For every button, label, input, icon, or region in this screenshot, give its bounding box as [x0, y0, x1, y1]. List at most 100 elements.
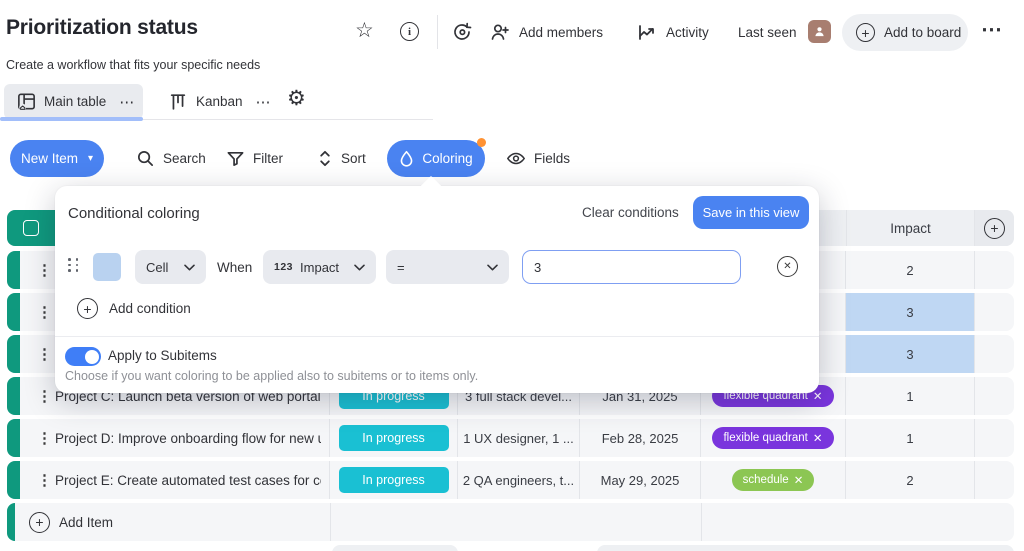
tab-main-table[interactable]: Main table ⋯ [4, 84, 143, 119]
activity-label: Activity [666, 25, 709, 40]
board-page: Prioritization status Create a workflow … [0, 0, 1024, 551]
impact-cell[interactable]: 2 [846, 461, 975, 499]
new-item-label: New Item [21, 151, 78, 166]
new-item-caret-icon[interactable]: ▾ [88, 153, 93, 164]
extra-cell [975, 419, 1014, 457]
main-table-icon [16, 91, 37, 112]
integrations-icon[interactable] [451, 21, 473, 43]
add-item-label: Add Item [59, 515, 113, 530]
group-color-bar [7, 251, 20, 289]
add-column-button[interactable]: + [975, 210, 1014, 246]
add-condition-button[interactable]: + Add condition [77, 298, 191, 319]
add-column-icon: + [984, 218, 1005, 239]
tag-pill[interactable]: flexible quadrant ✕ [712, 427, 833, 449]
select-all-checkbox[interactable] [23, 220, 39, 236]
team-cell[interactable]: 2 QA engineers, t... [458, 461, 580, 499]
tags-cell[interactable]: schedule ✕ [701, 461, 846, 499]
item-name-cell[interactable]: ⋮ Project E: Create automated test cases… [7, 461, 330, 499]
info-icon[interactable]: i [400, 22, 419, 41]
tab-bar-line [143, 119, 433, 120]
item-menu-icon[interactable]: ⋮ [37, 429, 52, 447]
apply-to-subitems-help: Choose if you want coloring to be applie… [65, 369, 478, 383]
views-settings-gear-icon[interactable]: ⚙ [287, 86, 306, 111]
fields-button[interactable]: Fields [506, 149, 570, 168]
status-cell[interactable]: In progress [330, 419, 458, 457]
search-button[interactable]: Search [136, 149, 206, 168]
item-menu-icon[interactable]: ⋮ [37, 303, 52, 321]
filter-label: Filter [253, 151, 283, 166]
item-menu-icon[interactable]: ⋮ [37, 387, 52, 405]
new-item-button[interactable]: New Item ▾ [10, 140, 104, 177]
extra-cell [975, 335, 1014, 373]
operator-dropdown[interactable]: = [386, 250, 509, 284]
add-members-label: Add members [519, 25, 603, 40]
modal-notch [420, 176, 443, 199]
tab-kanban-label: Kanban [196, 94, 243, 109]
status-summary-stub [332, 545, 458, 551]
toggle-knob [85, 350, 99, 364]
team-cell[interactable]: 1 UX designer, 1 ... [458, 419, 580, 457]
save-in-view-button[interactable]: Save in this view [693, 196, 809, 229]
add-members-button[interactable]: Add members [489, 21, 603, 43]
status-badge[interactable]: In progress [339, 425, 449, 451]
impact-cell[interactable]: 1 [846, 377, 975, 415]
tag-remove-icon[interactable]: ✕ [813, 389, 823, 403]
extra-cell [975, 461, 1014, 499]
impact-cell-highlighted[interactable]: 3 [846, 335, 975, 373]
tag-pill[interactable]: schedule ✕ [732, 469, 815, 491]
apply-to-subitems-toggle[interactable] [65, 347, 101, 366]
item-name: Project E: Create automated test cases f… [55, 473, 321, 488]
favorite-star-icon[interactable]: ☆ [355, 18, 374, 43]
number-column-icon: 123 [274, 261, 293, 273]
activity-icon [636, 21, 658, 43]
item-name-cell[interactable]: ⋮ Project D: Improve onboarding flow for… [7, 419, 330, 457]
apply-to-subitems-label: Apply to Subitems [108, 348, 217, 363]
tab-kanban-menu[interactable]: ⋯ [256, 93, 272, 111]
date-cell[interactable]: Feb 28, 2025 [580, 419, 701, 457]
drag-handle-icon[interactable] [68, 258, 79, 272]
tags-cell[interactable]: flexible quadrant ✕ [701, 419, 846, 457]
extra-cell [975, 377, 1014, 415]
page-subtitle: Create a workflow that fits your specifi… [6, 58, 260, 72]
sort-button[interactable]: Sort [317, 149, 366, 168]
tab-kanban[interactable]: Kanban ⋯ [160, 84, 272, 119]
last-seen-avatar[interactable] [808, 20, 831, 43]
droplet-icon [399, 150, 414, 167]
tab-main-table-menu[interactable]: ⋯ [119, 93, 135, 111]
impact-column-header[interactable]: Impact [846, 210, 975, 246]
item-menu-icon[interactable]: ⋮ [37, 471, 52, 489]
board-more-menu[interactable]: ⋯ [981, 17, 1003, 42]
color-swatch[interactable] [93, 253, 121, 281]
table-row: ⋮ Project D: Improve onboarding flow for… [7, 419, 1014, 457]
group-color-bar [7, 335, 20, 373]
tag-remove-icon[interactable]: ✕ [794, 473, 804, 487]
condition-value-input[interactable] [522, 250, 741, 284]
filter-button[interactable]: Filter [226, 149, 283, 168]
activity-button[interactable]: Activity [636, 21, 709, 43]
conditional-coloring-modal: Conditional coloring Clear conditions Sa… [55, 186, 819, 393]
impact-cell[interactable]: 2 [846, 251, 975, 289]
coloring-notification-dot [477, 138, 486, 147]
target-dropdown[interactable]: Cell [135, 250, 206, 284]
coloring-button[interactable]: Coloring [387, 140, 485, 177]
last-seen-label: Last seen [738, 25, 797, 40]
date-cell[interactable]: May 29, 2025 [580, 461, 701, 499]
remove-condition-button[interactable]: ✕ [777, 256, 798, 277]
column-dropdown[interactable]: 123 Impact [263, 250, 376, 284]
group-color-bar [7, 293, 20, 331]
when-label: When [217, 260, 252, 275]
impact-cell-highlighted[interactable]: 3 [846, 293, 975, 331]
item-menu-icon[interactable]: ⋮ [37, 345, 52, 363]
clear-conditions-link[interactable]: Clear conditions [582, 205, 679, 220]
active-tab-underline [0, 117, 143, 121]
search-icon [136, 149, 155, 168]
filter-icon [226, 149, 245, 168]
status-cell[interactable]: In progress [330, 461, 458, 499]
add-to-board-button[interactable]: + Add to board [842, 14, 968, 51]
add-item-row[interactable]: + Add Item [7, 503, 1014, 541]
item-menu-icon[interactable]: ⋮ [37, 261, 52, 279]
tag-remove-icon[interactable]: ✕ [813, 431, 823, 445]
tab-main-table-label: Main table [44, 94, 106, 109]
impact-cell[interactable]: 1 [846, 419, 975, 457]
status-badge[interactable]: In progress [339, 467, 449, 493]
